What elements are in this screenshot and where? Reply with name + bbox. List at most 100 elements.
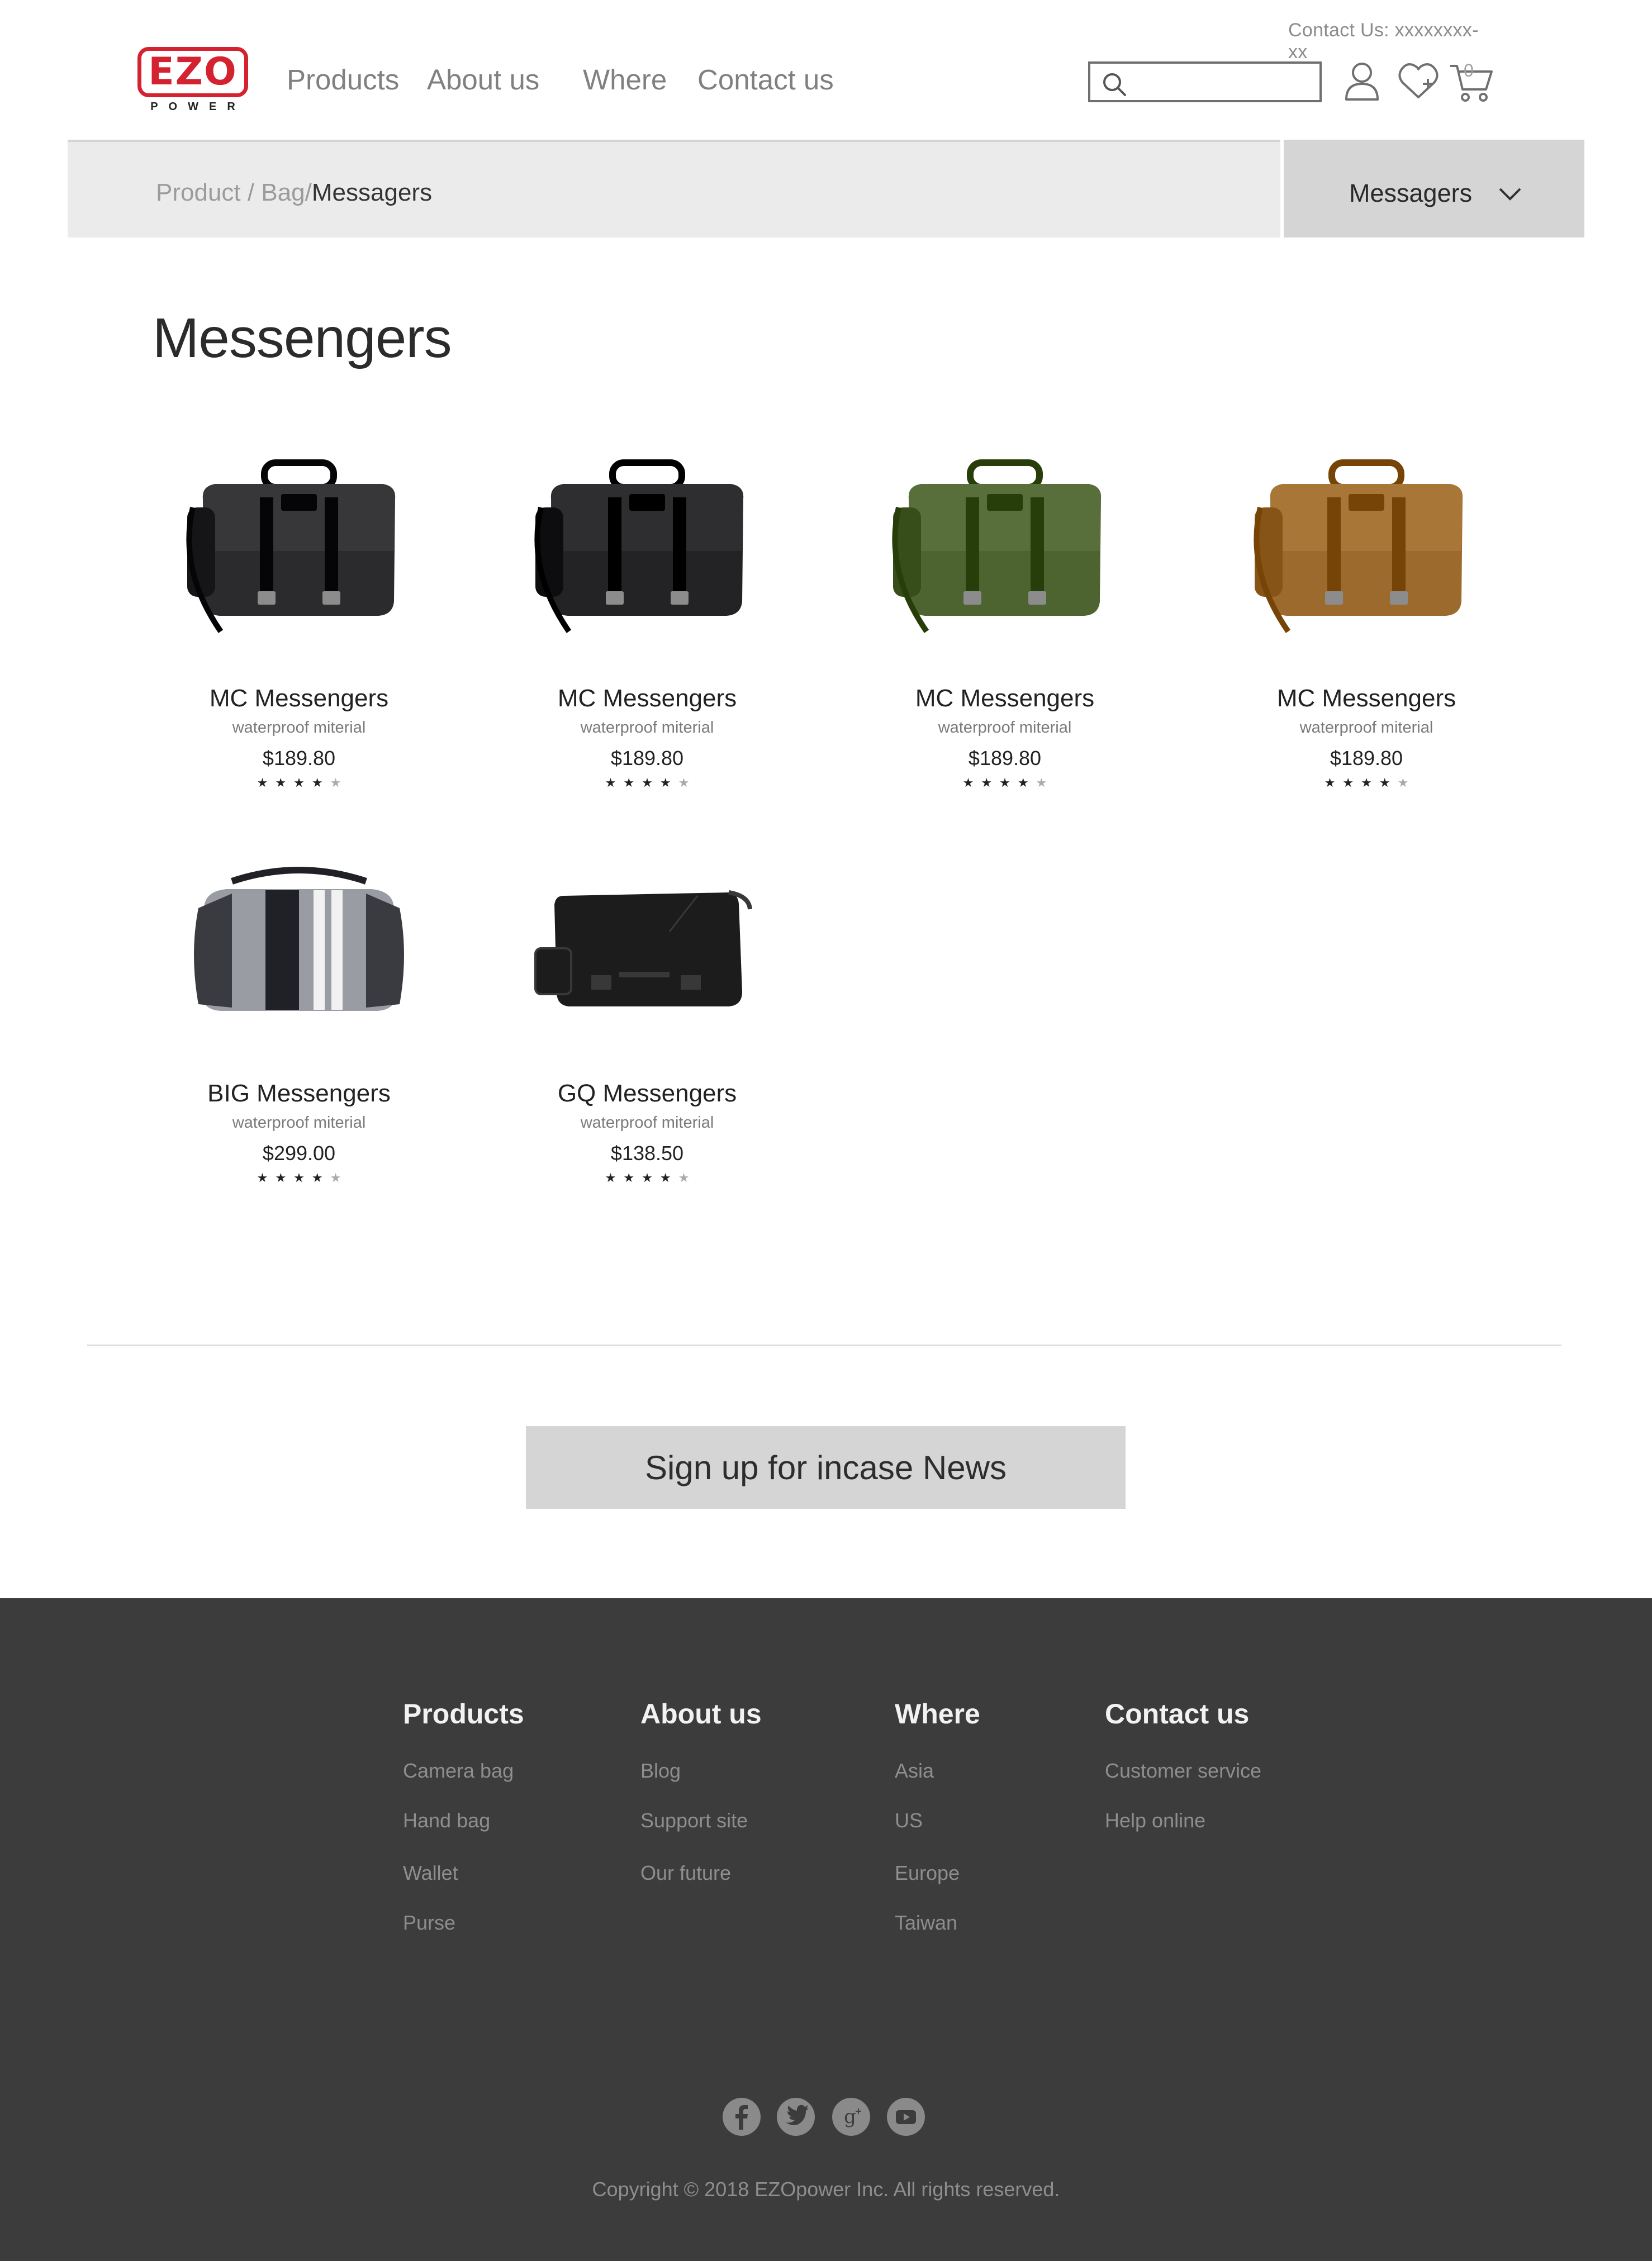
product-card[interactable]: BIG Messengers waterproof miterial $299.… <box>182 842 416 1233</box>
product-rating: ★★★★★ <box>530 776 765 790</box>
product-image[interactable] <box>887 447 1122 648</box>
product-name[interactable]: MC Messengers <box>496 685 798 712</box>
search-icon <box>1103 73 1126 96</box>
youtube-icon[interactable] <box>886 2097 925 2136</box>
footer-heading: Where <box>895 1698 980 1730</box>
breadcrumb-current: Messagers <box>311 179 433 206</box>
breadcrumb-product[interactable]: Product <box>156 179 241 206</box>
star-filled-icon: ★ <box>659 776 678 790</box>
product-card[interactable]: MC Messengers waterproof miterial $189.8… <box>1249 447 1484 838</box>
footer-heading: Products <box>403 1698 524 1730</box>
star-filled-icon: ★ <box>999 776 1018 790</box>
product-image[interactable] <box>530 842 765 1043</box>
footer-link[interactable]: Wallet <box>403 1861 458 1885</box>
star-filled-icon: ★ <box>257 776 276 790</box>
footer-link[interactable]: Europe <box>895 1861 960 1885</box>
breadcrumb-separator: / <box>305 179 312 206</box>
product-price: $189.80 <box>610 747 684 770</box>
copyright-text: Copyright © 2018 EZOpower Inc. All right… <box>592 2178 1060 2201</box>
product-price: $189.80 <box>968 747 1042 770</box>
product-description: waterproof miterial <box>580 1114 714 1132</box>
star-filled-icon: ★ <box>642 776 660 790</box>
star-filled-icon: ★ <box>605 776 624 790</box>
nav-about-us[interactable]: About us <box>427 63 539 96</box>
newsletter-signup-button[interactable]: Sign up for incase News <box>526 1426 1126 1509</box>
breadcrumb-bar: Product / Bag/Messagers <box>68 140 1280 238</box>
star-filled-icon: ★ <box>981 776 1000 790</box>
footer-column-contact: Contact us Customer service Help online <box>1105 1698 1261 1832</box>
facebook-icon[interactable] <box>722 2097 761 2136</box>
product-price: $189.80 <box>262 747 336 770</box>
footer-link[interactable]: US <box>895 1809 923 1832</box>
category-dropdown-value: Messagers <box>1349 179 1473 207</box>
product-price: $138.50 <box>610 1142 684 1165</box>
contact-info: Contact Us: xxxxxxxx-xx <box>1288 20 1479 63</box>
star-filled-icon: ★ <box>293 776 312 790</box>
footer-link[interactable]: Customer service <box>1105 1759 1261 1783</box>
product-rating: ★★★★★ <box>182 776 416 790</box>
footer-link[interactable]: Support site <box>640 1809 748 1832</box>
product-name[interactable]: BIG Messengers <box>148 1080 450 1108</box>
product-card[interactable]: GQ Messengers waterproof miterial $138.5… <box>530 842 765 1233</box>
star-empty-icon: ★ <box>330 1171 349 1185</box>
breadcrumb-separator: / <box>247 179 255 206</box>
footer-column-products: Products Camera bag Hand bag Wallet Purs… <box>403 1698 524 1934</box>
product-name[interactable]: MC Messengers <box>854 685 1156 712</box>
footer-link[interactable]: Asia <box>895 1759 934 1783</box>
chevron-down-icon <box>1499 188 1521 201</box>
product-name[interactable]: MC Messengers <box>1216 685 1517 712</box>
search-input[interactable] <box>1132 68 1316 96</box>
footer-link[interactable]: Blog <box>640 1759 681 1783</box>
footer-link[interactable]: Purse <box>403 1911 455 1935</box>
star-filled-icon: ★ <box>311 1171 330 1185</box>
footer-link[interactable]: Help online <box>1105 1809 1205 1832</box>
svg-text:+: + <box>855 2106 862 2116</box>
footer-link[interactable]: Hand bag <box>403 1809 490 1832</box>
category-dropdown[interactable]: Messagers <box>1284 140 1584 238</box>
star-filled-icon: ★ <box>1342 776 1361 790</box>
star-empty-icon: ★ <box>1397 776 1416 790</box>
product-rating: ★★★★★ <box>182 1171 416 1185</box>
product-card[interactable]: MC Messengers waterproof miterial $189.8… <box>182 447 416 838</box>
page-title: Messengers <box>153 307 452 369</box>
nav-products[interactable]: Products <box>287 63 399 96</box>
star-filled-icon: ★ <box>1361 776 1379 790</box>
product-card[interactable]: MC Messengers waterproof miterial $189.8… <box>530 447 765 838</box>
twitter-icon[interactable] <box>776 2097 815 2136</box>
google-plus-icon[interactable]: g + <box>832 2097 871 2136</box>
user-icon[interactable] <box>1344 60 1380 102</box>
site-footer: Products Camera bag Hand bag Wallet Purs… <box>0 1598 1652 2261</box>
product-card[interactable]: MC Messengers waterproof miterial $189.8… <box>887 447 1122 838</box>
footer-heading: About us <box>640 1698 762 1730</box>
star-filled-icon: ★ <box>275 776 294 790</box>
breadcrumb-bag[interactable]: Bag <box>261 179 305 206</box>
star-filled-icon: ★ <box>623 776 642 790</box>
nav-where[interactable]: Where <box>583 63 667 96</box>
product-image[interactable] <box>182 447 416 648</box>
main-nav: Products About us Where Contact us <box>0 63 894 102</box>
star-filled-icon: ★ <box>1017 776 1036 790</box>
star-empty-icon: ★ <box>678 1171 697 1185</box>
product-price: $299.00 <box>262 1142 336 1165</box>
wishlist-icon[interactable] <box>1397 60 1440 102</box>
product-name[interactable]: MC Messengers <box>148 685 450 712</box>
nav-contact-us[interactable]: Contact us <box>697 63 834 96</box>
breadcrumb: Product / Bag/Messagers <box>156 179 432 207</box>
product-image[interactable] <box>182 842 416 1043</box>
product-name[interactable]: GQ Messengers <box>496 1080 798 1108</box>
star-filled-icon: ★ <box>642 1171 660 1185</box>
product-image[interactable] <box>530 447 765 648</box>
star-empty-icon: ★ <box>1036 776 1055 790</box>
footer-column-about: About us Blog Support site Our future <box>640 1698 762 1884</box>
search-box[interactable] <box>1088 61 1322 102</box>
product-image[interactable] <box>1249 447 1484 648</box>
footer-link[interactable]: Camera bag <box>403 1759 514 1783</box>
footer-link[interactable]: Our future <box>640 1861 731 1885</box>
product-description: waterproof miterial <box>938 719 1072 737</box>
product-description: waterproof miterial <box>232 1114 366 1132</box>
product-price: $189.80 <box>1330 747 1403 770</box>
footer-link[interactable]: Taiwan <box>895 1911 957 1935</box>
logo-subtext: POWER <box>150 101 246 113</box>
star-empty-icon: ★ <box>678 776 697 790</box>
footer-heading: Contact us <box>1105 1698 1250 1730</box>
